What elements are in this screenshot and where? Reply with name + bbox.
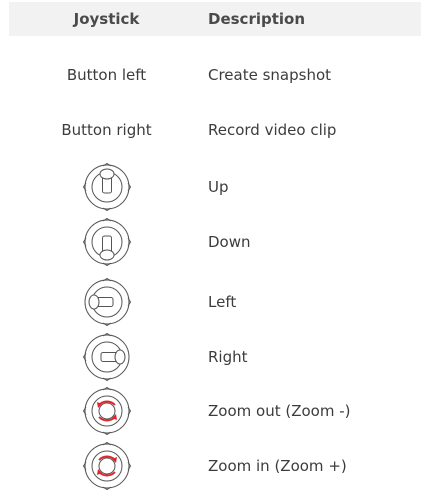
- header-description: Description: [208, 10, 306, 28]
- joystick-rotate-ccw-icon: [82, 386, 131, 436]
- joystick-up-icon: [82, 162, 131, 212]
- joystick-rotate-cw-icon: [82, 441, 131, 491]
- description-cell: Zoom in (Zoom +): [208, 457, 347, 475]
- joystick-right-icon: [82, 332, 129, 382]
- description-cell: Create snapshot: [208, 66, 332, 84]
- header-joystick: Joystick: [73, 10, 140, 28]
- table-row: Zoom in (Zoom +): [0, 441, 421, 491]
- description-cell: Down: [208, 233, 251, 251]
- joystick-left-icon: [84, 277, 131, 327]
- table-row: Right: [0, 332, 421, 382]
- table-row: Button left Create snapshot: [0, 50, 421, 100]
- table-row: Zoom out (Zoom -): [0, 386, 421, 436]
- description-cell: Record video clip: [208, 121, 337, 139]
- description-cell: Left: [208, 293, 237, 311]
- table-row: Button right Record video clip: [0, 105, 421, 155]
- description-cell: Up: [208, 178, 229, 196]
- table-header: Joystick Description: [9, 2, 421, 36]
- description-cell: Zoom out (Zoom -): [208, 402, 351, 420]
- description-cell: Right: [208, 348, 248, 366]
- table-row: Down: [0, 217, 421, 267]
- joystick-table: Joystick Description Button left Create …: [0, 0, 421, 496]
- joystick-down-icon: [82, 217, 131, 267]
- table-row: Up: [0, 162, 421, 212]
- joystick-cell: Button left: [66, 66, 147, 84]
- table-row: Left: [0, 277, 421, 327]
- joystick-cell: Button right: [61, 121, 152, 139]
